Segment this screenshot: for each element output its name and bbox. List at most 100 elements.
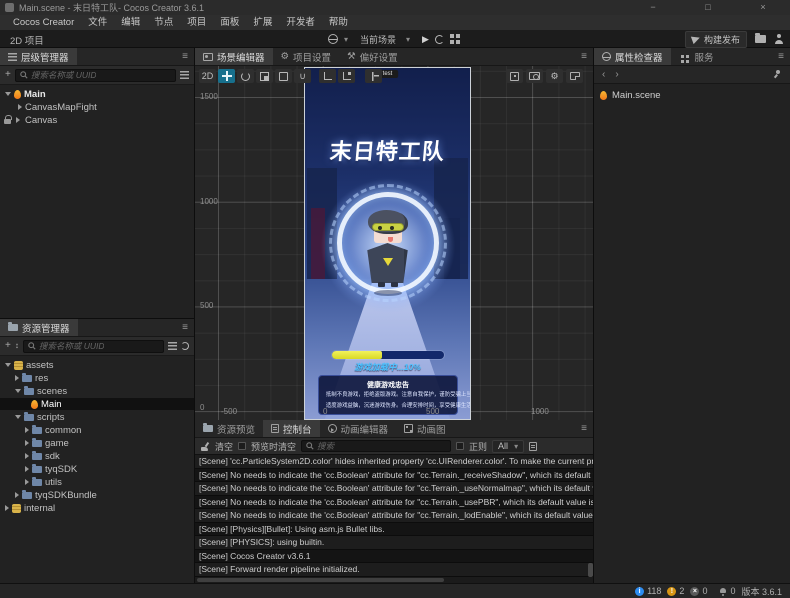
preview-device-icon[interactable] xyxy=(328,34,338,44)
tab-hierarchy[interactable]: 层级管理器 xyxy=(0,48,77,65)
assets-search-input[interactable]: 搜索名称或 UUID xyxy=(23,340,164,353)
play-button[interactable]: ▶ xyxy=(422,34,429,45)
asset-row-scenes[interactable]: scenes xyxy=(0,385,194,397)
inspector-menu-icon[interactable]: ≡ xyxy=(772,48,790,65)
scene-viewport[interactable]: 1500 1000 500 0 -500 0 500 1000 2D ∪ ⚙ xyxy=(195,66,593,420)
assets-menu-icon[interactable]: ≡ xyxy=(176,319,194,336)
asset-row-tyqsdk[interactable]: tyqSDK xyxy=(0,463,194,475)
lock-icon[interactable] xyxy=(4,119,11,124)
tab-services[interactable]: 服务 xyxy=(671,48,722,65)
chevron-right-icon[interactable] xyxy=(25,440,29,446)
refresh-button[interactable] xyxy=(435,35,444,44)
chevron-down-icon[interactable]: ▾ xyxy=(344,35,348,44)
clear-on-preview-checkbox[interactable] xyxy=(238,442,246,450)
hierarchy-node-main[interactable]: Main xyxy=(0,88,194,100)
minimize-button[interactable]: − xyxy=(636,0,670,15)
pivot-toggle-button[interactable] xyxy=(319,69,336,83)
chevron-right-icon[interactable] xyxy=(15,375,19,381)
menu-developer[interactable]: 开发者 xyxy=(279,15,322,30)
log-row[interactable]: [Scene] No needs to indicate the 'cc.Boo… xyxy=(195,482,593,496)
asset-row-game[interactable]: game xyxy=(0,437,194,449)
menu-panel[interactable]: 面板 xyxy=(213,15,246,30)
scene-export-button[interactable] xyxy=(566,69,583,83)
menu-help[interactable]: 帮助 xyxy=(322,15,355,30)
menu-file[interactable]: 文件 xyxy=(81,15,114,30)
menu-extension[interactable]: 扩展 xyxy=(246,15,279,30)
scrollbar-handle[interactable] xyxy=(197,578,444,582)
log-row[interactable]: [Scene] [Physics][Bullet]: Using asm.js … xyxy=(195,523,593,537)
inspector-scene-item[interactable]: Main.scene xyxy=(600,90,661,101)
tab-project-settings[interactable]: ⚙ 项目设置 xyxy=(273,48,340,65)
asset-row-scripts[interactable]: scripts xyxy=(0,411,194,423)
log-row[interactable]: [Scene] [PHYSICS]: using builtin. xyxy=(195,536,593,550)
close-button[interactable]: × xyxy=(746,0,780,15)
gizmo-visibility-button[interactable] xyxy=(506,69,523,83)
hierarchy-search-input[interactable]: 搜索名称或 UUID xyxy=(15,69,176,82)
assets-sort-icon[interactable]: ↕ xyxy=(15,340,19,352)
tab-inspector[interactable]: 属性检查器 xyxy=(594,48,671,65)
asset-row-tyqsdkbundle[interactable]: tyqSDKBundle xyxy=(0,489,194,501)
tab-animation-editor[interactable]: 动画编辑器 xyxy=(320,420,397,437)
assets-list-view-icon[interactable] xyxy=(168,342,177,351)
scale-tool-button[interactable] xyxy=(256,69,273,83)
chevron-right-icon[interactable] xyxy=(25,479,29,485)
notification-count[interactable]: 0 xyxy=(719,586,735,596)
chevron-down-icon[interactable] xyxy=(15,415,21,419)
chevron-right-icon[interactable] xyxy=(25,427,29,433)
asset-row-main-scene[interactable]: Main xyxy=(0,398,194,410)
move-tool-button[interactable] xyxy=(218,69,235,83)
scene-camera-button[interactable] xyxy=(526,69,543,83)
rotate-tool-button[interactable] xyxy=(237,69,254,83)
menu-node[interactable]: 节点 xyxy=(147,15,180,30)
history-back-button[interactable]: ‹ xyxy=(602,69,605,80)
regex-checkbox[interactable] xyxy=(456,442,464,450)
asset-row-res[interactable]: res xyxy=(0,372,194,384)
chevron-right-icon[interactable] xyxy=(5,505,9,511)
warning-count[interactable]: ! 2 xyxy=(667,586,684,596)
log-row[interactable]: [Scene] 'cc.ParticleSystem2D.color' hide… xyxy=(195,455,593,469)
tab-assets[interactable]: 资源管理器 xyxy=(0,319,78,336)
log-row[interactable]: [Scene] Cocos Creator v3.6.1 xyxy=(195,550,593,564)
clear-button[interactable]: 清空 xyxy=(215,440,233,453)
menu-cocos-creator[interactable]: Cocos Creator xyxy=(6,15,81,30)
log-level-dropdown[interactable]: All ▾ xyxy=(492,440,524,453)
chevron-right-icon[interactable] xyxy=(18,104,22,110)
tab-preferences[interactable]: ⚒ 偏好设置 xyxy=(339,48,406,65)
snap-settings-button[interactable] xyxy=(365,69,382,83)
history-forward-button[interactable]: › xyxy=(615,69,618,80)
mode-2d-button[interactable]: 2D xyxy=(199,69,216,83)
log-row[interactable]: [Scene] Forward render pipeline initiali… xyxy=(195,563,593,577)
chevron-down-icon[interactable] xyxy=(5,363,11,367)
scene-gear-button[interactable]: ⚙ xyxy=(546,69,563,83)
chevron-down-icon[interactable] xyxy=(15,389,21,393)
chevron-right-icon[interactable] xyxy=(25,453,29,459)
asset-row-common[interactable]: common xyxy=(0,424,194,436)
hierarchy-node-canvas[interactable]: Canvas xyxy=(0,114,194,126)
scene-menu-icon[interactable]: ≡ xyxy=(575,48,593,65)
tab-scene-editor[interactable]: 场景编辑器 xyxy=(195,48,273,65)
hierarchy-node-canvasmapfight[interactable]: CanvasMapFight xyxy=(0,101,194,113)
console-search-input[interactable]: 搜索 xyxy=(301,440,451,452)
preview-scene-dropdown[interactable]: 当前场景 ▾ xyxy=(354,32,416,47)
hierarchy-filter-icon[interactable] xyxy=(180,71,189,80)
error-count[interactable]: × 0 xyxy=(690,586,707,596)
log-row[interactable]: [Scene] No needs to indicate the 'cc.Boo… xyxy=(195,496,593,510)
tab-asset-preview[interactable]: 资源预览 xyxy=(195,420,263,437)
chevron-right-icon[interactable] xyxy=(25,466,29,472)
chevron-right-icon[interactable] xyxy=(16,117,20,123)
clear-icon[interactable] xyxy=(201,442,210,451)
game-preview[interactable]: test 末日特工队 游戏加载中...10% 健康游戏忠告 抵制不良游戏，拒绝盗… xyxy=(304,67,471,420)
hierarchy-menu-icon[interactable]: ≡ xyxy=(176,48,194,65)
assets-add-button[interactable]: + xyxy=(5,340,11,352)
maximize-button[interactable]: □ xyxy=(691,0,725,15)
tab-console[interactable]: 控制台 xyxy=(263,420,320,437)
menu-project[interactable]: 项目 xyxy=(180,15,213,30)
asset-row-assets[interactable]: assets xyxy=(0,359,194,371)
asset-row-internal[interactable]: internal xyxy=(0,502,194,514)
anchor-tool-button[interactable]: ∪ xyxy=(294,69,311,83)
hierarchy-add-button[interactable]: + xyxy=(5,69,11,81)
chevron-right-icon[interactable] xyxy=(15,492,19,498)
rect-tool-button[interactable] xyxy=(275,69,292,83)
info-count[interactable]: i 118 xyxy=(635,586,661,596)
assets-refresh-icon[interactable] xyxy=(181,342,189,350)
